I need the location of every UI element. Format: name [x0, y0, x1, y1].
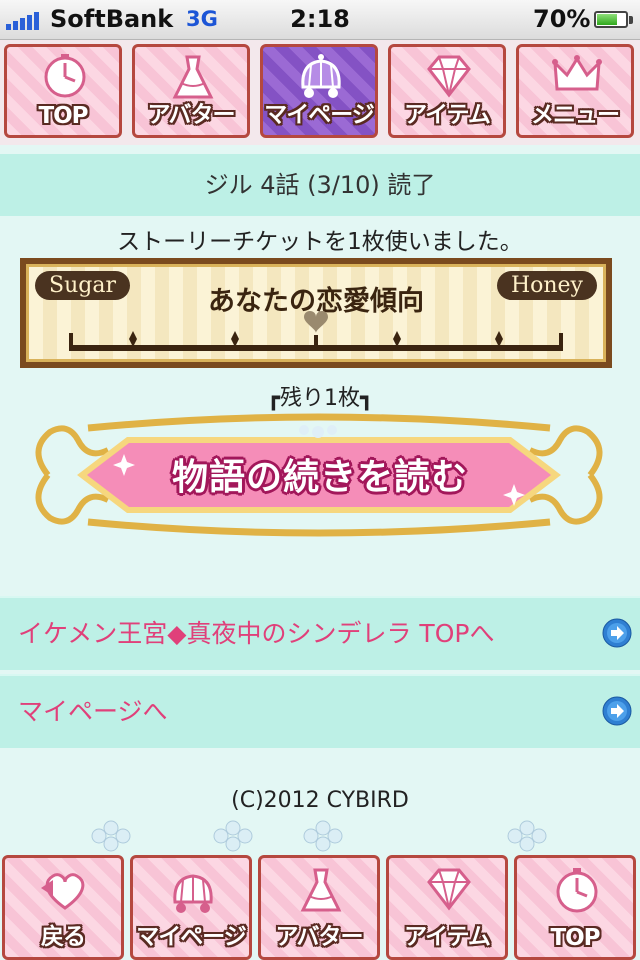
diamond-icon: [427, 868, 471, 911]
pearl-decoration: [303, 820, 343, 852]
battery-icon: [594, 11, 628, 28]
clock-icon: [44, 54, 86, 98]
bottom-avatar-label: アバター: [275, 924, 363, 950]
bottom-mypage-label: マイページ: [136, 924, 247, 950]
nav-menu-button[interactable]: メニュー: [516, 44, 634, 138]
meter-scale: [69, 311, 563, 351]
nav-item-label: アイテム: [404, 102, 491, 128]
nav-top-button[interactable]: TOP: [4, 44, 122, 138]
read-continue-button[interactable]: 物語の続きを読む: [115, 448, 525, 508]
bottom-back-button[interactable]: 戻る: [2, 855, 124, 960]
nav-avatar-label: アバター: [147, 102, 235, 128]
series-top-link[interactable]: イケメン王宮◆真夜中のシンデレラ TOPへ: [18, 598, 494, 670]
clock-icon: [556, 868, 598, 913]
nav-mypage-label: マイページ: [264, 102, 375, 128]
arrow-right-icon: [602, 696, 632, 726]
bottom-top-button[interactable]: TOP: [514, 855, 636, 960]
romance-meter: Sugar Honey あなたの恋愛傾向: [20, 258, 612, 368]
carriage-icon: [301, 54, 341, 98]
status-bar: SoftBank 3G 2:18 70%: [0, 0, 640, 40]
meter-heart-marker: [304, 311, 328, 333]
back-heart-icon: [41, 873, 85, 910]
nav-mypage-button[interactable]: マイページ: [260, 44, 378, 138]
arrow-right-icon: [602, 618, 632, 648]
dress-icon: [300, 868, 342, 912]
nav-avatar-button[interactable]: アバター: [132, 44, 250, 138]
mypage-link[interactable]: マイページへ: [18, 676, 168, 748]
carriage-icon: [173, 874, 213, 913]
bottom-item-label: アイテム: [404, 924, 491, 950]
bottom-top-label: TOP: [550, 925, 600, 951]
pearl-decoration: [91, 820, 131, 852]
tickets-remaining: ┏残り1枚┓: [266, 386, 374, 411]
nav-menu-label: メニュー: [531, 102, 620, 128]
bottom-mypage-button[interactable]: マイページ: [130, 855, 252, 960]
bottom-item-button[interactable]: アイテム: [386, 855, 508, 960]
crown-icon: [552, 55, 602, 91]
top-nav: TOP アバター マイページ アイテム メニュー: [0, 40, 640, 145]
link-row-series-top[interactable]: イケメン王宮◆真夜中のシンデレラ TOPへ: [0, 596, 640, 670]
bottom-avatar-button[interactable]: アバター: [258, 855, 380, 960]
dress-icon: [172, 55, 214, 99]
bottom-nav: 戻る マイページ アバター アイテム TOP: [0, 855, 640, 960]
battery-percent: 70%: [533, 5, 591, 33]
page-title: ジル 4話 (3/10) 読了: [0, 154, 640, 216]
pearl-decoration: [507, 820, 547, 852]
copyright: (C)2012 CYBIRD: [231, 788, 409, 813]
ticket-notice: ストーリーチケットを1枚使いました。: [117, 229, 523, 255]
diamond-icon: [427, 55, 471, 98]
pearl-decoration: [213, 820, 253, 852]
bottom-back-label: 戻る: [41, 924, 86, 950]
link-row-mypage[interactable]: マイページへ: [0, 674, 640, 748]
nav-top-label: TOP: [38, 103, 88, 129]
nav-item-button[interactable]: アイテム: [388, 44, 506, 138]
